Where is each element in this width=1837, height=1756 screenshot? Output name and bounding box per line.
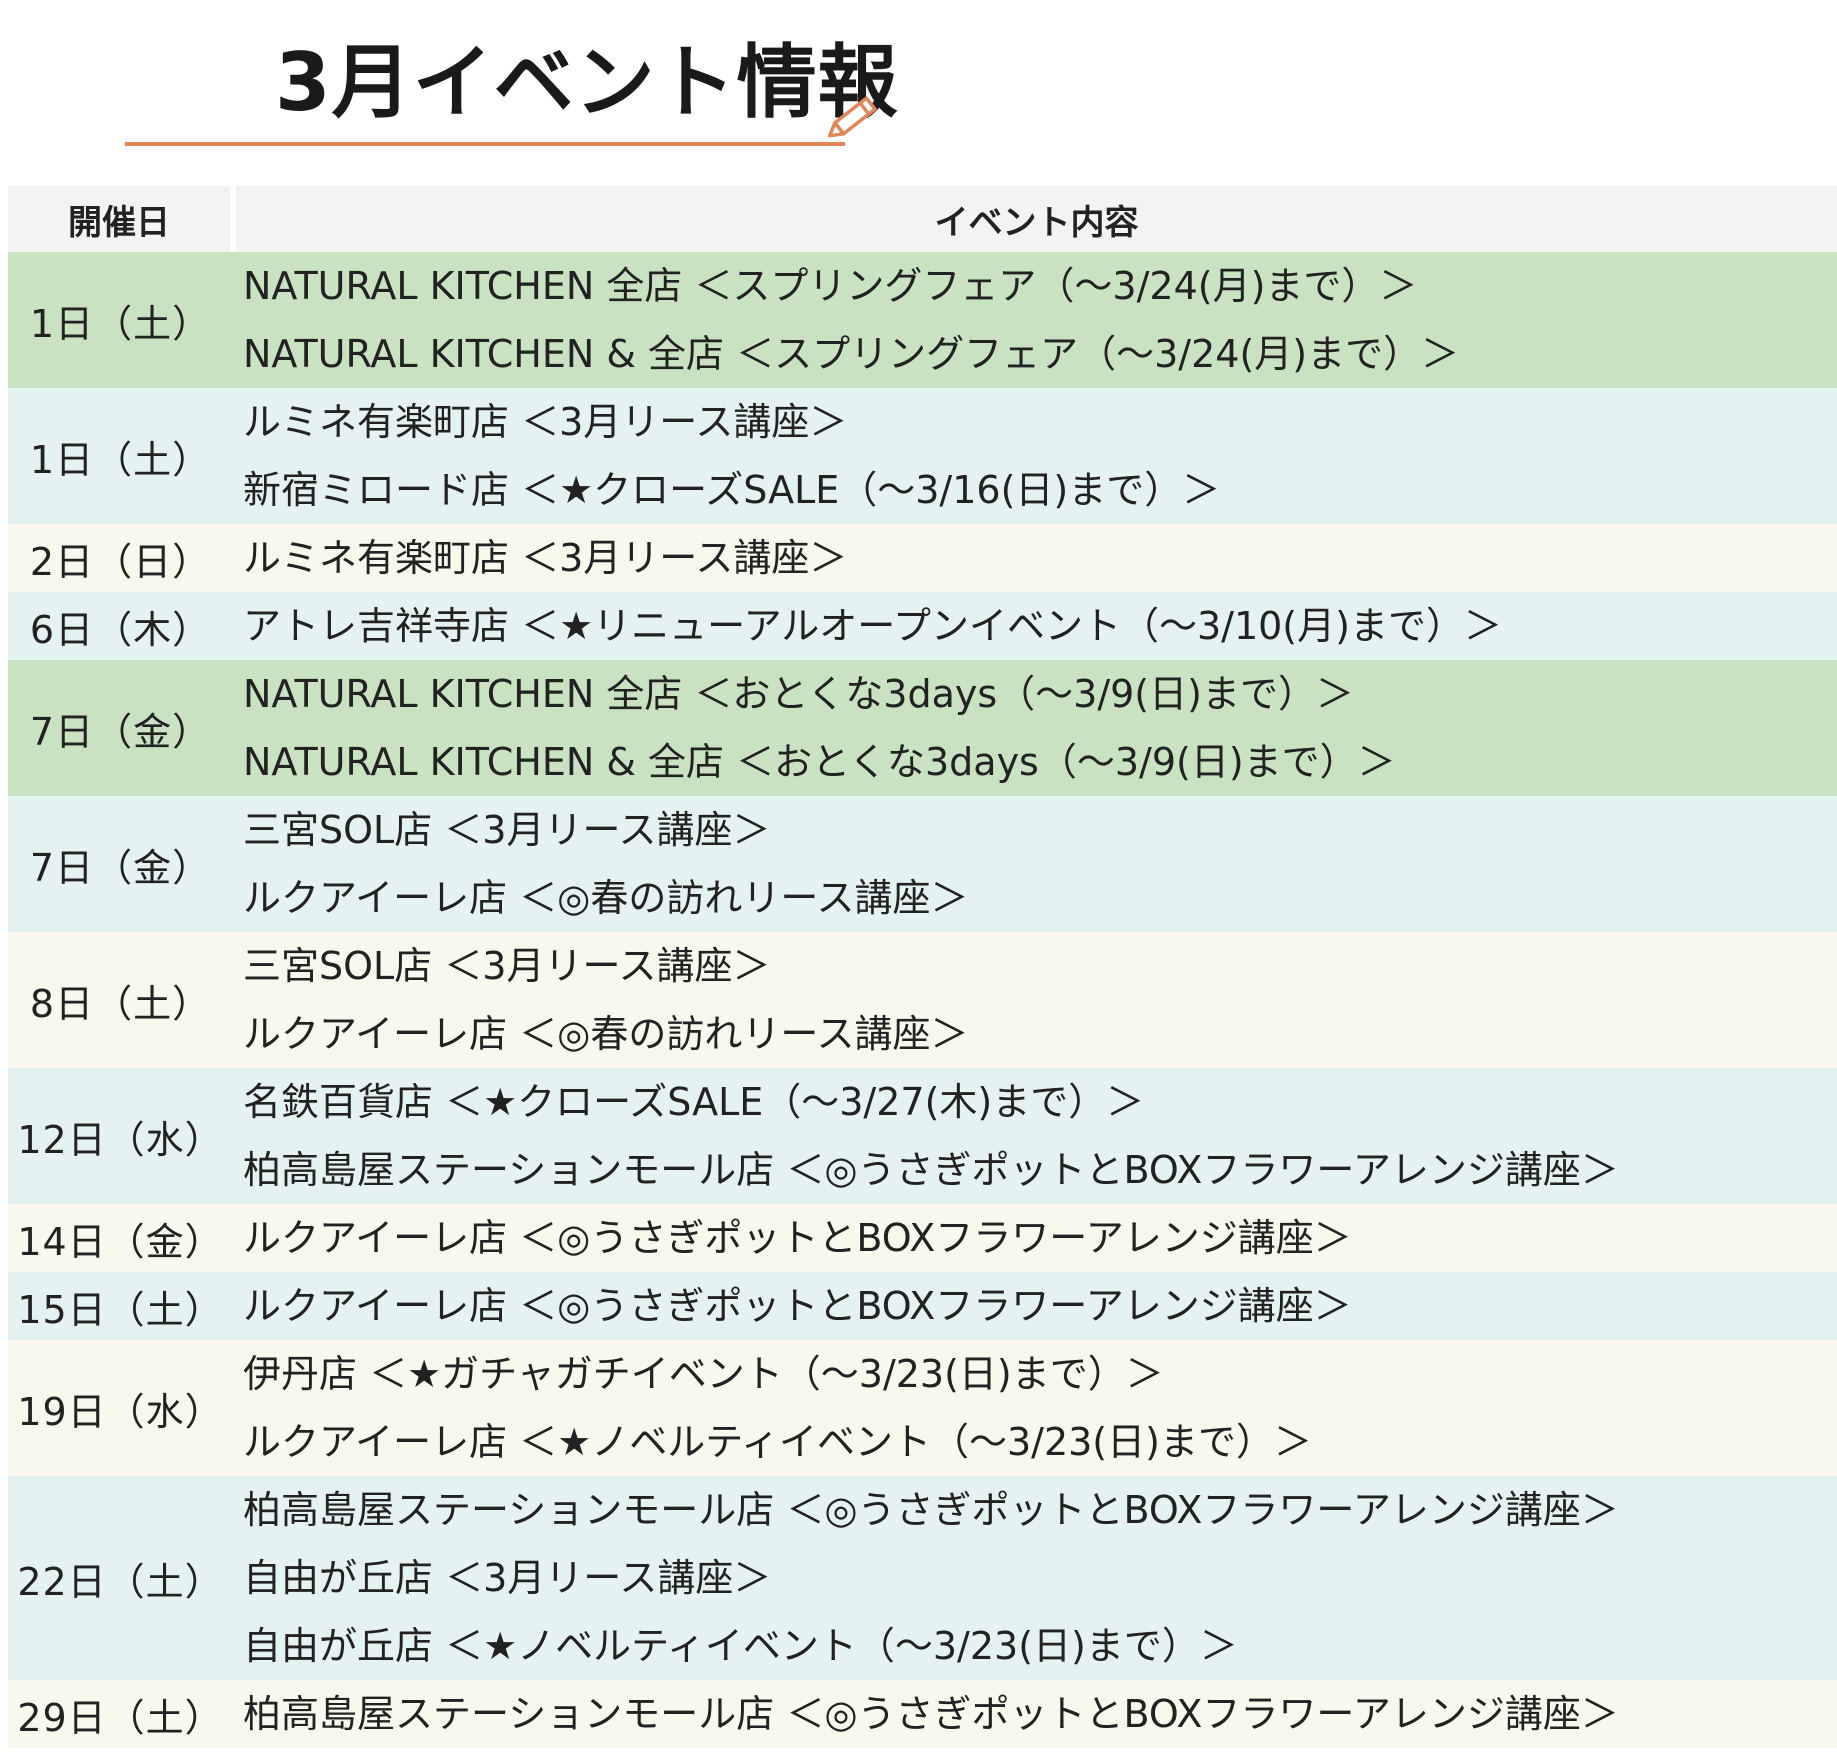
table-row: 14日（金） ルクアイーレ店 ＜◎うさぎポットとBOXフラワーアレンジ講座＞	[8, 1204, 1837, 1272]
event-date: 1日（土）	[8, 252, 233, 388]
event-date: 14日（金）	[8, 1204, 233, 1272]
event-item: 柏高島屋ステーションモール店 ＜◎うさぎポットとBOXフラワーアレンジ講座＞	[243, 1148, 1619, 1192]
event-list: ルミネ有楽町店 ＜3月リース講座＞ 新宿ミロード店 ＜★クローズSALE（～3/1…	[233, 388, 1837, 524]
event-date: 22日（土）	[8, 1476, 233, 1680]
table-row: 15日（土） ルクアイーレ店 ＜◎うさぎポットとBOXフラワーアレンジ講座＞	[8, 1272, 1837, 1340]
event-item: 伊丹店 ＜★ガチャガチイベント（～3/23(日)まで）＞	[243, 1352, 1164, 1396]
page-title: 3月イベント情報	[275, 36, 899, 129]
event-list: ルクアイーレ店 ＜◎うさぎポットとBOXフラワーアレンジ講座＞	[233, 1204, 1837, 1272]
event-item: NATURAL KITCHEN & 全店 ＜スプリングフェア（～3/24(月)ま…	[243, 332, 1460, 376]
event-item: ルクアイーレ店 ＜◎うさぎポットとBOXフラワーアレンジ講座＞	[243, 1216, 1352, 1260]
event-list: 名鉄百貨店 ＜★クローズSALE（～3/27(木)まで）＞ 柏高島屋ステーションモ…	[233, 1068, 1837, 1204]
event-item: NATURAL KITCHEN 全店 ＜スプリングフェア（～3/24(月)まで）…	[243, 264, 1418, 308]
event-date: 19日（水）	[8, 1340, 233, 1476]
event-date: 6日（木）	[8, 592, 233, 660]
event-item: ルクアイーレ店 ＜◎うさぎポットとBOXフラワーアレンジ講座＞	[243, 1284, 1352, 1328]
event-list: NATURAL KITCHEN 全店 ＜スプリングフェア（～3/24(月)まで）…	[233, 252, 1837, 388]
table-row: 6日（木） アトレ吉祥寺店 ＜★リニューアルオープンイベント（～3/10(月)まで…	[8, 592, 1837, 660]
event-list: 柏高島屋ステーションモール店 ＜◎うさぎポットとBOXフラワーアレンジ講座＞	[233, 1680, 1837, 1748]
header-content: イベント内容	[233, 186, 1837, 252]
table-row: 29日（土） 柏高島屋ステーションモール店 ＜◎うさぎポットとBOXフラワーアレン…	[8, 1680, 1837, 1748]
table-row: 1日（土） ルミネ有楽町店 ＜3月リース講座＞ 新宿ミロード店 ＜★クローズSALE…	[8, 388, 1837, 524]
event-list: NATURAL KITCHEN 全店 ＜おとくな3days（～3/9(日)まで）…	[233, 660, 1837, 796]
event-item: 自由が丘店 ＜★ノベルティイベント（～3/23(日)まで）＞	[243, 1624, 1238, 1668]
event-item: 自由が丘店 ＜3月リース講座＞	[243, 1556, 772, 1600]
event-schedule-table: 開催日 イベント内容 1日（土） NATURAL KITCHEN 全店 ＜スプリン…	[8, 186, 1837, 1748]
event-date: 2日（日）	[8, 524, 233, 592]
event-list: ルミネ有楽町店 ＜3月リース講座＞	[233, 524, 1837, 592]
table-row: 22日（土） 柏高島屋ステーションモール店 ＜◎うさぎポットとBOXフラワーアレン…	[8, 1476, 1837, 1680]
event-list: 三宮SOL店 ＜3月リース講座＞ ルクアイーレ店 ＜◎春の訪れリース講座＞	[233, 796, 1837, 932]
title-underline	[125, 142, 845, 146]
event-item: ルミネ有楽町店 ＜3月リース講座＞	[243, 536, 848, 580]
table-row: 7日（金） 三宮SOL店 ＜3月リース講座＞ ルクアイーレ店 ＜◎春の訪れリース講座…	[8, 796, 1837, 932]
event-date: 12日（水）	[8, 1068, 233, 1204]
event-item: ルクアイーレ店 ＜◎春の訪れリース講座＞	[243, 876, 969, 920]
event-list: 三宮SOL店 ＜3月リース講座＞ ルクアイーレ店 ＜◎春の訪れリース講座＞	[233, 932, 1837, 1068]
event-item: 柏高島屋ステーションモール店 ＜◎うさぎポットとBOXフラワーアレンジ講座＞	[243, 1488, 1619, 1532]
event-item: 新宿ミロード店 ＜★クローズSALE（～3/16(日)まで）＞	[243, 468, 1221, 512]
event-item: ルクアイーレ店 ＜◎春の訪れリース講座＞	[243, 1012, 969, 1056]
title-area: 3月イベント情報	[0, 0, 1837, 160]
event-date: 29日（土）	[8, 1680, 233, 1748]
event-date: 15日（土）	[8, 1272, 233, 1340]
event-item: アトレ吉祥寺店 ＜★リニューアルオープンイベント（～3/10(月)まで）＞	[243, 604, 1502, 648]
event-item: NATURAL KITCHEN & 全店 ＜おとくな3days（～3/9(日)ま…	[243, 740, 1396, 784]
event-item: 三宮SOL店 ＜3月リース講座＞	[243, 944, 771, 988]
event-item: NATURAL KITCHEN 全店 ＜おとくな3days（～3/9(日)まで）…	[243, 672, 1354, 716]
table-row: 1日（土） NATURAL KITCHEN 全店 ＜スプリングフェア（～3/24(…	[8, 252, 1837, 388]
event-item: 三宮SOL店 ＜3月リース講座＞	[243, 808, 771, 852]
table-row: 7日（金） NATURAL KITCHEN 全店 ＜おとくな3days（～3/9(…	[8, 660, 1837, 796]
event-list: 伊丹店 ＜★ガチャガチイベント（～3/23(日)まで）＞ ルクアイーレ店 ＜★ノベ…	[233, 1340, 1837, 1476]
pencil-icon	[827, 96, 877, 138]
event-date: 7日（金）	[8, 796, 233, 932]
event-item: 柏高島屋ステーションモール店 ＜◎うさぎポットとBOXフラワーアレンジ講座＞	[243, 1692, 1619, 1736]
event-list: ルクアイーレ店 ＜◎うさぎポットとBOXフラワーアレンジ講座＞	[233, 1272, 1837, 1340]
event-date: 1日（土）	[8, 388, 233, 524]
table-row: 8日（土） 三宮SOL店 ＜3月リース講座＞ ルクアイーレ店 ＜◎春の訪れリース講座…	[8, 932, 1837, 1068]
event-date: 7日（金）	[8, 660, 233, 796]
table-body: 1日（土） NATURAL KITCHEN 全店 ＜スプリングフェア（～3/24(…	[8, 252, 1837, 1748]
table-row: 19日（水） 伊丹店 ＜★ガチャガチイベント（～3/23(日)まで）＞ ルクアイーレ…	[8, 1340, 1837, 1476]
event-item: ルクアイーレ店 ＜★ノベルティイベント（～3/23(日)まで）＞	[243, 1420, 1312, 1464]
header-date: 開催日	[8, 186, 236, 252]
event-date: 8日（土）	[8, 932, 233, 1068]
event-list: 柏高島屋ステーションモール店 ＜◎うさぎポットとBOXフラワーアレンジ講座＞ 自由…	[233, 1476, 1837, 1680]
event-item: 名鉄百貨店 ＜★クローズSALE（～3/27(木)まで）＞	[243, 1080, 1145, 1124]
table-row: 2日（日） ルミネ有楽町店 ＜3月リース講座＞	[8, 524, 1837, 592]
table-header-row: 開催日 イベント内容	[8, 186, 1837, 252]
event-list: アトレ吉祥寺店 ＜★リニューアルオープンイベント（～3/10(月)まで）＞	[233, 592, 1837, 660]
event-item: ルミネ有楽町店 ＜3月リース講座＞	[243, 400, 848, 444]
table-row: 12日（水） 名鉄百貨店 ＜★クローズSALE（～3/27(木)まで）＞ 柏高島屋ス…	[8, 1068, 1837, 1204]
